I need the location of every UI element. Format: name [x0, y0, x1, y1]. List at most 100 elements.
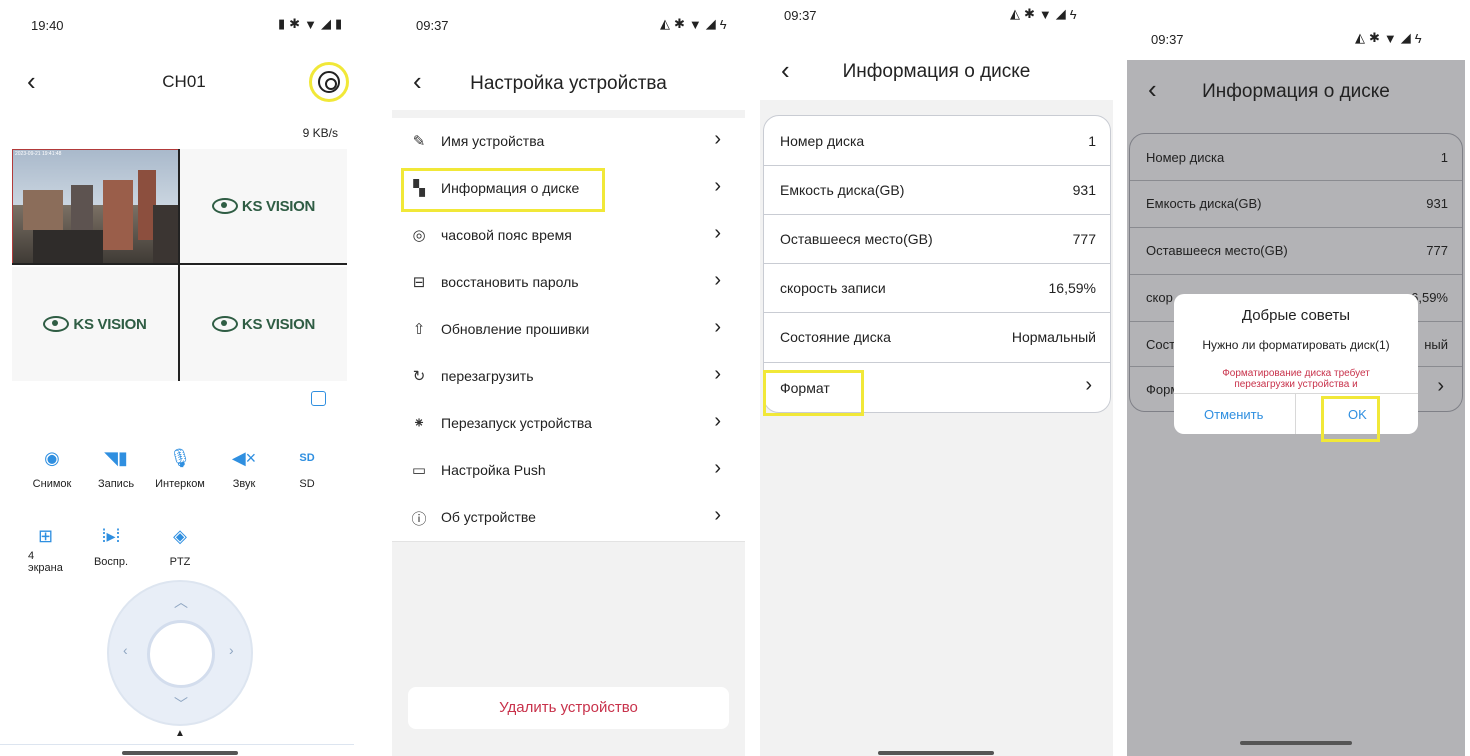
- down-arrow-icon[interactable]: ﹀: [174, 694, 188, 714]
- settings-item-timezone[interactable]: ◎ часовой пояс время ›: [392, 212, 745, 260]
- camera-timestamp: 2023-09-21 19:41:48: [15, 151, 62, 157]
- format-confirm-screen: 09:37 ◭ ✱ ▼ ◢ ϟ ‹ Информация о диске Номер д…: [1127, 0, 1465, 756]
- status-icons: ◭ ✱ ▼ ◢ ϟ: [1010, 6, 1077, 22]
- settings-item-about[interactable]: ⓘ Об устройстве ›: [392, 494, 745, 542]
- right-arrow-icon[interactable]: ›: [229, 642, 234, 658]
- fullscreen-icon[interactable]: [311, 391, 326, 406]
- toolbar-snapshot[interactable]: ◉ Снимок: [24, 448, 80, 490]
- device-settings-screen: 09:37 ◭ ✱ ▼ ◢ ϟ ‹ Настройка устройства ✎ Имя …: [392, 0, 745, 756]
- highlight-disk-info: [401, 168, 605, 212]
- settings-item-firmware-update[interactable]: ⇧ Обновление прошивки ›: [392, 306, 745, 354]
- chevron-right-icon: ›: [714, 504, 721, 526]
- toolbar-4-screens[interactable]: ⊞ 4 экрана: [28, 526, 68, 574]
- camera-icon: ◉: [44, 448, 60, 468]
- settings-item-device-name[interactable]: ✎ Имя устройства ›: [392, 118, 745, 166]
- mute-icon: ◭: [660, 16, 670, 31]
- bluetooth-icon: ✱: [1369, 30, 1380, 45]
- info-icon: ⓘ: [411, 511, 427, 528]
- expand-up-icon[interactable]: ▲: [175, 728, 185, 739]
- chevron-right-icon: ›: [714, 457, 721, 479]
- dialog-warning: Форматирование диска требует перезагрузк…: [1222, 368, 1370, 390]
- status-time: 19:40: [31, 18, 64, 33]
- speaker-mute-icon: ◀×: [231, 448, 257, 468]
- charging-icon: ϟ: [1069, 6, 1077, 22]
- charging-icon: ϟ: [1414, 30, 1422, 46]
- ptz-joystick[interactable]: ︿ ﹀ ‹ ›: [107, 580, 253, 726]
- home-indicator: [878, 751, 994, 755]
- ksvision-logo: KS VISION: [211, 198, 315, 215]
- dialog-buttons: Отменить OK: [1174, 393, 1418, 434]
- up-arrow-icon[interactable]: ︿: [174, 592, 188, 612]
- joystick-knob[interactable]: [147, 620, 215, 688]
- password-icon: ⊟: [412, 274, 426, 291]
- settings-item-reboot[interactable]: ↻ перезагрузить ›: [392, 353, 745, 401]
- live-view-screen: 19:40 ▮ ✱ ▼ ◢ ▮ ‹ CH01 9 KB/s 2023-09-21…: [0, 0, 368, 756]
- upload-icon: ⇧: [412, 321, 426, 338]
- grid-divider-v: [178, 149, 180, 381]
- microphone-icon: 🎙: [168, 448, 192, 468]
- playback-icon: ⁞▸⁞: [101, 526, 121, 546]
- bluetooth-icon: ✱: [1024, 6, 1035, 21]
- signal-icon: ◢: [1400, 30, 1411, 45]
- toolbar-record[interactable]: ◥▮ Запись: [88, 448, 144, 490]
- page-title: Информация о диске: [842, 61, 1031, 82]
- wifi-icon: ▼: [304, 16, 317, 32]
- toolbar-sound[interactable]: ◀× Звук: [216, 448, 272, 490]
- wifi-icon: ▼: [688, 16, 702, 32]
- status-time: 09:37: [1151, 32, 1184, 47]
- status-icons: ▮ ✱ ▼ ◢ ▮: [278, 16, 342, 32]
- battery-icon: ▮: [334, 16, 343, 31]
- ptz-icon: ◈: [173, 526, 187, 546]
- disk-info-screen: 09:37 ◭ ✱ ▼ ◢ ϟ ‹ Информация о диске Номер д…: [760, 0, 1113, 756]
- settings-item-push[interactable]: ▭ Настройка Push ›: [392, 447, 745, 495]
- refresh-icon: ↻: [412, 368, 426, 385]
- signal-icon: ◢: [1055, 6, 1066, 21]
- bitrate-label: 9 KB/s: [302, 126, 338, 140]
- settings-item-restore-password[interactable]: ⊟ восстановить пароль ›: [392, 259, 745, 307]
- dialog-message: Нужно ли форматировать диск(1): [1202, 338, 1390, 352]
- toolbar-playback[interactable]: ⁞▸⁞ Воспр.: [83, 526, 139, 568]
- page-title: Настройка устройства: [470, 73, 667, 94]
- format-confirm-dialog: Добрые советы Нужно ли форматировать дис…: [1174, 294, 1418, 434]
- dialog-title: Добрые советы: [1241, 307, 1351, 324]
- chevron-right-icon: ›: [714, 269, 721, 291]
- disk-info-card: Номер диска 1 Емкость диска(GB) 931 Оставш…: [763, 115, 1111, 413]
- home-indicator: [122, 751, 238, 755]
- record-icon: ◥▮: [104, 448, 128, 468]
- toolbar-ptz[interactable]: ◈ PTZ: [152, 526, 208, 568]
- signal-icon: ◢: [320, 16, 331, 31]
- chevron-right-icon: ›: [714, 128, 721, 150]
- chevron-right-icon: ›: [714, 410, 721, 432]
- settings-item-restart-device[interactable]: ⁕ Перезапуск устройства ›: [392, 400, 745, 448]
- page-title: Информация о диске: [1202, 81, 1390, 102]
- pencil-icon: ✎: [412, 133, 426, 150]
- bluetooth-icon: ✱: [289, 16, 301, 31]
- wifi-icon: ▼: [1383, 30, 1397, 46]
- camera-feed-1[interactable]: 2023-09-21 19:41:48: [12, 149, 180, 265]
- sd-card-icon: SD: [299, 452, 315, 464]
- vibrate-icon: ▮: [278, 16, 286, 31]
- delete-device-button[interactable]: Удалить устройство: [408, 687, 729, 729]
- highlight-settings: [309, 62, 349, 102]
- chevron-right-icon: ›: [714, 222, 721, 244]
- signal-icon: ◢: [705, 16, 716, 31]
- ksvision-logo: KS VISION: [43, 316, 147, 333]
- disk-capacity-row: Емкость диска(GB) 931: [764, 165, 1110, 215]
- disk-status-row: Состояние диска Нормальный: [764, 312, 1110, 363]
- disk-number-row: Номер диска 1: [1130, 134, 1462, 181]
- video-grid[interactable]: 2023-09-21 19:41:48 KS VISION KS VISION …: [12, 149, 347, 381]
- cancel-button[interactable]: Отменить: [1204, 407, 1263, 422]
- left-arrow-icon[interactable]: ‹: [123, 642, 128, 658]
- status-icons: ◭ ✱ ▼ ◢ ϟ: [1355, 30, 1422, 46]
- disk-number-row: Номер диска 1: [764, 116, 1110, 166]
- camera-slot-3[interactable]: KS VISION: [12, 267, 178, 381]
- home-indicator: [1240, 741, 1352, 745]
- toolbar-intercom[interactable]: 🎙 Интерком: [152, 448, 208, 490]
- mute-icon: ◭: [1355, 30, 1365, 45]
- camera-slot-2[interactable]: KS VISION: [180, 149, 347, 263]
- chevron-right-icon: ›: [714, 363, 721, 385]
- wifi-icon: ▼: [1038, 6, 1052, 22]
- camera-slot-4[interactable]: KS VISION: [180, 267, 347, 381]
- chevron-right-icon: ›: [1437, 375, 1444, 397]
- toolbar-sd[interactable]: SD SD: [279, 448, 335, 490]
